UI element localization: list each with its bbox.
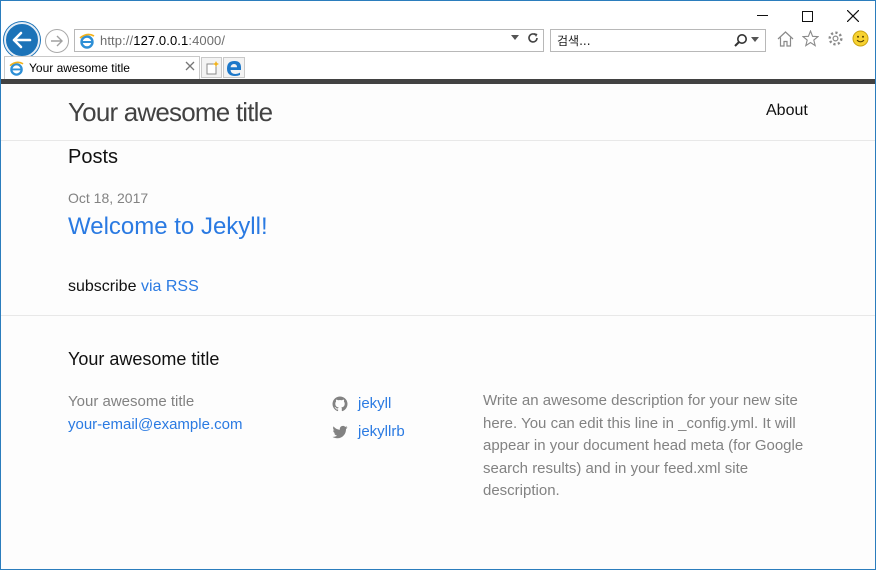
maximize-icon [801, 10, 813, 22]
footer-site-name: Your awesome title [68, 393, 195, 410]
favorites-button[interactable] [801, 29, 820, 48]
home-icon [777, 30, 794, 47]
tab-bar: Your awesome title [1, 56, 875, 79]
browser-chrome: http://127.0.0.1:4000/ 검색... Your awesom… [1, 1, 875, 79]
forward-arrow-icon [51, 35, 63, 47]
edge-icon [227, 60, 241, 76]
footer-email-link[interactable]: your-email@example.com [68, 413, 242, 436]
back-arrow-icon [12, 31, 32, 49]
gear-icon [828, 31, 843, 46]
footer-heading: Your awesome title [68, 349, 220, 369]
search-tools [734, 33, 759, 47]
tab-title: Your awesome title [29, 61, 130, 75]
rss-link[interactable]: via RSS [141, 278, 199, 295]
post-title-link[interactable]: Welcome to Jekyll! [68, 213, 268, 241]
site-title[interactable]: Your awesome title [68, 97, 273, 128]
browser-window: http://127.0.0.1:4000/ 검색... Your awesom… [0, 0, 876, 570]
home-button[interactable] [776, 29, 795, 48]
twitter-link[interactable]: jekyllrb [358, 418, 405, 446]
new-tab-icon [206, 60, 219, 74]
twitter-icon [332, 424, 348, 440]
search-input[interactable] [557, 33, 717, 48]
minimize-icon [756, 15, 768, 16]
forward-button[interactable] [45, 29, 69, 53]
site-description: Write an awesome description for your ne… [483, 392, 804, 499]
ie-page-icon [9, 61, 24, 76]
tab-close-button[interactable] [185, 60, 195, 75]
footer-contact: Your awesome title your-email@example.co… [68, 390, 242, 436]
site-header: Your awesome title About [1, 84, 875, 141]
close-window-button[interactable] [830, 3, 875, 29]
subscribe-label: subscribe [68, 278, 137, 295]
site-footer: Your awesome title Your awesome title yo… [1, 315, 875, 569]
tab-active[interactable]: Your awesome title [4, 56, 200, 79]
edge-button[interactable] [223, 57, 245, 78]
github-link[interactable]: jekyll [358, 390, 391, 418]
tools-button[interactable] [826, 29, 845, 48]
subscribe-line: subscribe via RSS [68, 278, 199, 296]
browser-toolbar [776, 29, 870, 48]
chevron-down-icon[interactable] [511, 35, 519, 41]
close-icon [185, 61, 195, 71]
url-scheme: http:// [100, 33, 134, 48]
url-host: 127.0.0.1 [133, 33, 189, 48]
chevron-down-icon[interactable] [751, 37, 759, 43]
maximize-button[interactable] [784, 3, 830, 29]
new-tab-button[interactable] [201, 57, 222, 78]
search-icon[interactable] [734, 33, 748, 47]
search-box[interactable] [550, 29, 766, 52]
post-date: Oct 18, 2017 [68, 190, 149, 206]
footer-social: jekyll jekyllrb [332, 390, 405, 446]
posts-heading: Posts [68, 146, 119, 168]
close-icon [847, 10, 859, 22]
github-item: jekyll [332, 390, 405, 418]
nav-link-about[interactable]: About [766, 102, 808, 120]
ie-page-icon [79, 33, 95, 49]
refresh-icon[interactable] [527, 32, 539, 44]
minimize-button[interactable] [739, 3, 785, 29]
star-icon [802, 30, 819, 47]
github-icon [332, 396, 348, 412]
feedback-button[interactable] [851, 29, 870, 48]
web-page: Your awesome title About Posts Oct 18, 2… [1, 84, 875, 569]
address-bar[interactable]: http://127.0.0.1:4000/ [74, 29, 544, 52]
address-url: http://127.0.0.1:4000/ [100, 33, 225, 48]
smiley-icon [852, 30, 869, 47]
back-button[interactable] [4, 22, 40, 58]
twitter-item: jekyllrb [332, 418, 405, 446]
address-tools [511, 32, 539, 44]
url-path: :4000/ [188, 33, 226, 48]
